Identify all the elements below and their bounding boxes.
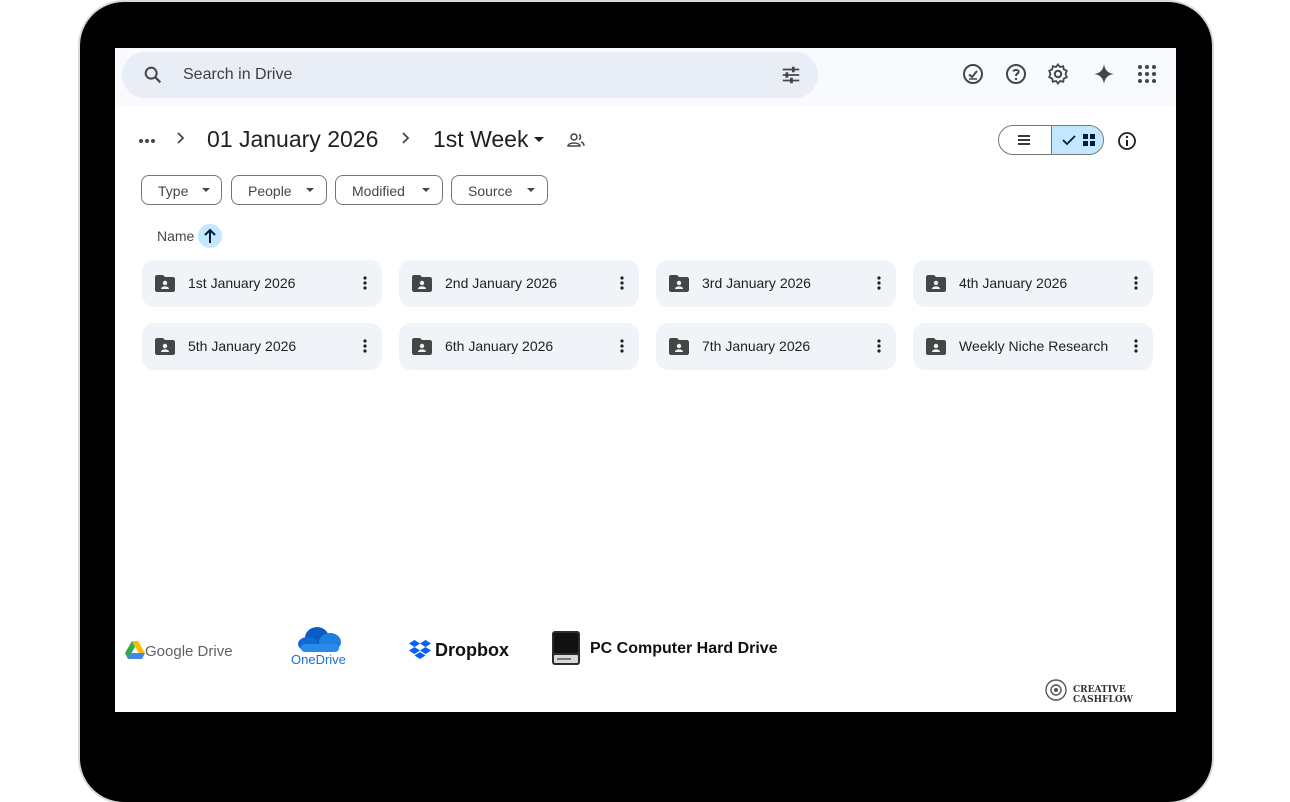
folder-card[interactable]: 3rd January 2026 bbox=[656, 260, 896, 307]
search-bar[interactable]: Search in Drive bbox=[122, 52, 818, 98]
list-icon bbox=[1018, 135, 1030, 145]
dropbox-label: Dropbox bbox=[435, 640, 509, 660]
folder-card[interactable]: Weekly Niche Research bbox=[913, 323, 1153, 370]
caret-down-icon bbox=[422, 188, 430, 192]
folder-name: Weekly Niche Research bbox=[959, 338, 1109, 354]
ready-for-offline-icon[interactable] bbox=[961, 62, 985, 86]
hard-drive-icon bbox=[552, 631, 580, 665]
check-icon bbox=[1062, 135, 1076, 146]
more-vert-icon[interactable] bbox=[1133, 338, 1139, 354]
grid-view-button[interactable] bbox=[1051, 126, 1103, 154]
filter-people-label: People bbox=[248, 183, 292, 199]
chevron-right-icon bbox=[402, 132, 410, 144]
help-icon[interactable] bbox=[1004, 62, 1028, 86]
dropbox-logo-icon bbox=[409, 640, 431, 659]
filter-modified-label: Modified bbox=[352, 183, 405, 199]
more-vert-icon[interactable] bbox=[619, 338, 625, 354]
more-vert-icon[interactable] bbox=[362, 338, 368, 354]
top-bar: Search in Drive bbox=[115, 48, 1176, 106]
info-icon[interactable] bbox=[1117, 131, 1137, 151]
shared-folder-icon bbox=[669, 275, 689, 292]
more-vert-icon[interactable] bbox=[362, 275, 368, 291]
folder-card[interactable]: 4th January 2026 bbox=[913, 260, 1153, 307]
shared-folder-icon bbox=[412, 275, 432, 292]
creative-cashflow-logo-icon bbox=[1045, 679, 1067, 701]
chevron-right-icon bbox=[177, 132, 185, 144]
drive-screen: Search in Drive 01 January 2026 1st Week… bbox=[115, 48, 1176, 712]
folder-card[interactable]: 6th January 2026 bbox=[399, 323, 639, 370]
folder-card[interactable]: 1st January 2026 bbox=[142, 260, 382, 307]
gemini-icon[interactable] bbox=[1092, 62, 1116, 86]
more-vert-icon[interactable] bbox=[876, 338, 882, 354]
list-view-button[interactable] bbox=[999, 126, 1051, 154]
filter-source-chip[interactable]: Source bbox=[451, 175, 548, 205]
apps-grid-icon[interactable] bbox=[1135, 62, 1159, 86]
folder-name: 2nd January 2026 bbox=[445, 275, 558, 291]
folder-name: 6th January 2026 bbox=[445, 338, 554, 354]
more-vert-icon[interactable] bbox=[619, 275, 625, 291]
folder-name: 3rd January 2026 bbox=[702, 275, 811, 291]
view-toggle bbox=[998, 125, 1104, 155]
caret-down-icon bbox=[202, 188, 210, 192]
breadcrumb-parent[interactable]: 01 January 2026 bbox=[207, 126, 378, 153]
pc-hard-drive-label: PC Computer Hard Drive bbox=[590, 640, 778, 657]
search-icon bbox=[144, 66, 162, 84]
google-drive-logo-icon bbox=[125, 641, 145, 659]
folder-card[interactable]: 5th January 2026 bbox=[142, 323, 382, 370]
arrow-up-icon bbox=[204, 228, 216, 243]
sort-direction-button[interactable] bbox=[198, 224, 222, 248]
creative-cashflow-watermark: CREATIVE CASHFLOW bbox=[1073, 685, 1133, 705]
folder-card[interactable]: 2nd January 2026 bbox=[399, 260, 639, 307]
filter-source-label: Source bbox=[468, 183, 513, 199]
folder-name: 5th January 2026 bbox=[188, 338, 297, 354]
folder-name: 7th January 2026 bbox=[702, 338, 811, 354]
shared-folder-icon bbox=[926, 338, 946, 355]
more-path-icon[interactable] bbox=[137, 136, 157, 146]
folder-card[interactable]: 7th January 2026 bbox=[656, 323, 896, 370]
onedrive-cloud-icon bbox=[298, 627, 341, 652]
more-vert-icon[interactable] bbox=[1133, 275, 1139, 291]
shared-folder-icon bbox=[412, 338, 432, 355]
filter-type-chip[interactable]: Type bbox=[141, 175, 222, 205]
grid-icon bbox=[1083, 134, 1095, 146]
shared-folder-icon bbox=[669, 338, 689, 355]
caret-down-icon bbox=[306, 188, 314, 192]
shared-people-icon bbox=[567, 133, 585, 147]
folder-name: 4th January 2026 bbox=[959, 275, 1068, 291]
filter-type-label: Type bbox=[158, 183, 189, 199]
storage-brands: Google Drive OneDrive Dropbox PC Compute… bbox=[115, 618, 1176, 678]
folder-name: 1st January 2026 bbox=[188, 275, 296, 291]
breadcrumb-current[interactable]: 1st Week bbox=[433, 126, 528, 153]
sort-name-header[interactable]: Name bbox=[157, 228, 194, 244]
shared-folder-icon bbox=[926, 275, 946, 292]
google-drive-label: Google Drive bbox=[145, 643, 233, 660]
caret-down-icon bbox=[527, 188, 535, 192]
caret-down-icon[interactable] bbox=[533, 134, 545, 144]
settings-icon[interactable] bbox=[1046, 62, 1070, 86]
onedrive-label: OneDrive bbox=[291, 652, 346, 667]
filter-modified-chip[interactable]: Modified bbox=[335, 175, 443, 205]
search-options-icon[interactable] bbox=[780, 64, 802, 86]
search-input[interactable]: Search in Drive bbox=[183, 66, 292, 84]
shared-folder-icon bbox=[155, 338, 175, 355]
filter-people-chip[interactable]: People bbox=[231, 175, 327, 205]
more-vert-icon[interactable] bbox=[876, 275, 882, 291]
shared-folder-icon bbox=[155, 275, 175, 292]
